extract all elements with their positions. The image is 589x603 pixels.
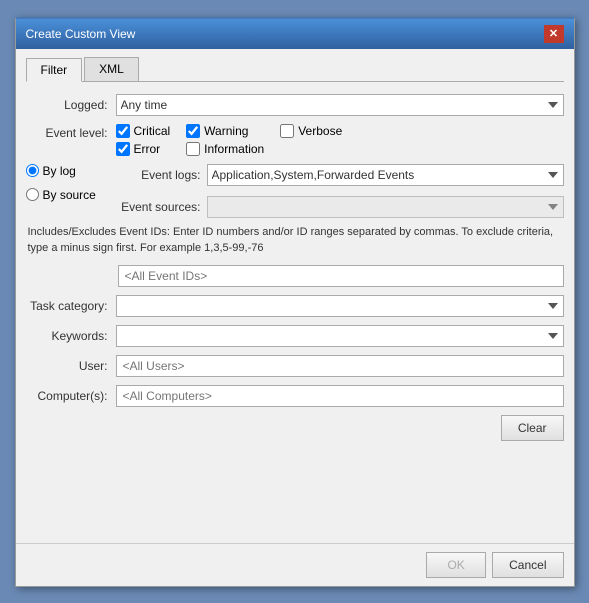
logged-label: Logged: bbox=[26, 98, 116, 112]
description-text: Includes/Excludes Event IDs: Enter ID nu… bbox=[26, 224, 564, 257]
fields-col: Event logs: Application,System,Forwarded… bbox=[116, 164, 564, 218]
radio-col: By log By source bbox=[26, 164, 116, 218]
verbose-checkbox[interactable] bbox=[280, 124, 294, 138]
task-category-select-wrap bbox=[116, 295, 564, 317]
tab-bar: Filter XML bbox=[26, 57, 564, 82]
keywords-label: Keywords: bbox=[26, 329, 116, 343]
checkbox-warning: Warning bbox=[186, 124, 264, 138]
event-sources-select-wrap bbox=[207, 196, 564, 218]
by-source-label: By source bbox=[43, 188, 96, 202]
computer-input[interactable] bbox=[116, 385, 564, 407]
close-button[interactable]: ✕ bbox=[544, 25, 564, 43]
event-id-row bbox=[118, 265, 564, 287]
by-log-label: By log bbox=[43, 164, 76, 178]
dialog: Create Custom View ✕ Filter XML Logged: … bbox=[15, 17, 575, 587]
error-label: Error bbox=[134, 142, 161, 156]
task-category-select[interactable] bbox=[116, 295, 564, 317]
logged-select-wrap: Any time Last hour Last 12 hours Last 24… bbox=[116, 94, 564, 116]
event-logs-select-wrap: Application,System,Forwarded Events bbox=[207, 164, 564, 186]
event-sources-label: Event sources: bbox=[116, 200, 201, 214]
dialog-body: Filter XML Logged: Any time Last hour La… bbox=[16, 49, 574, 543]
tab-xml[interactable]: XML bbox=[84, 57, 139, 81]
user-row: User: bbox=[26, 355, 564, 377]
critical-label: Critical bbox=[134, 124, 171, 138]
event-id-input[interactable] bbox=[118, 265, 564, 287]
task-category-row: Task category: bbox=[26, 295, 564, 317]
checkbox-error: Error bbox=[116, 142, 171, 156]
event-logs-row: Event logs: Application,System,Forwarded… bbox=[116, 164, 564, 186]
title-bar: Create Custom View ✕ bbox=[16, 19, 574, 49]
keywords-row: Keywords: bbox=[26, 325, 564, 347]
computer-row: Computer(s): bbox=[26, 385, 564, 407]
logged-select[interactable]: Any time Last hour Last 12 hours Last 24… bbox=[116, 94, 564, 116]
event-level-row: Event level: Critical Warning Verbose Er… bbox=[26, 124, 564, 156]
clear-section: Clear bbox=[26, 415, 564, 441]
by-log-radio[interactable] bbox=[26, 164, 39, 177]
logged-row: Logged: Any time Last hour Last 12 hours… bbox=[26, 94, 564, 116]
computer-label: Computer(s): bbox=[26, 389, 116, 403]
verbose-label: Verbose bbox=[298, 124, 342, 138]
user-input[interactable] bbox=[116, 355, 564, 377]
event-level-grid: Critical Warning Verbose Error Informati… bbox=[116, 124, 343, 156]
event-sources-row: Event sources: bbox=[116, 196, 564, 218]
event-level-label: Event level: bbox=[26, 124, 116, 140]
user-label: User: bbox=[26, 359, 116, 373]
event-logs-select[interactable]: Application,System,Forwarded Events bbox=[207, 164, 564, 186]
critical-checkbox[interactable] bbox=[116, 124, 130, 138]
bottom-buttons: OK Cancel bbox=[16, 543, 574, 586]
task-category-label: Task category: bbox=[26, 299, 116, 313]
by-log-radio-item: By log bbox=[26, 164, 116, 178]
information-checkbox[interactable] bbox=[186, 142, 200, 156]
error-checkbox[interactable] bbox=[116, 142, 130, 156]
ok-button[interactable]: OK bbox=[426, 552, 486, 578]
clear-button[interactable]: Clear bbox=[501, 415, 564, 441]
tab-filter[interactable]: Filter bbox=[26, 58, 83, 82]
checkbox-information: Information bbox=[186, 142, 264, 156]
checkbox-verbose: Verbose bbox=[280, 124, 342, 138]
information-label: Information bbox=[204, 142, 264, 156]
warning-checkbox[interactable] bbox=[186, 124, 200, 138]
dialog-title: Create Custom View bbox=[26, 27, 136, 41]
cancel-button[interactable]: Cancel bbox=[492, 552, 563, 578]
warning-label: Warning bbox=[204, 124, 248, 138]
event-logs-label: Event logs: bbox=[116, 168, 201, 182]
event-sources-select[interactable] bbox=[207, 196, 564, 218]
by-source-radio[interactable] bbox=[26, 188, 39, 201]
radio-source-section: By log By source Event logs: Application… bbox=[26, 164, 564, 218]
keywords-select-wrap bbox=[116, 325, 564, 347]
by-source-radio-item: By source bbox=[26, 188, 116, 202]
keywords-select[interactable] bbox=[116, 325, 564, 347]
checkbox-critical: Critical bbox=[116, 124, 171, 138]
